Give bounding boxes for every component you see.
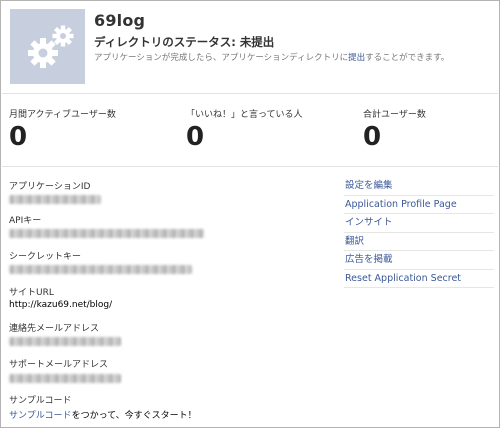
api-key-value-redacted [9, 229, 204, 238]
app-icon[interactable] [10, 9, 85, 84]
stat-label-monthly-active-users: 月間アクティブユーザー数 [9, 110, 116, 120]
directory-status: ディレクトリのステータス: 未提出 [94, 34, 274, 50]
stats-divider [2, 166, 498, 167]
hint-before: アプリケーションが完成したら、アプリケーションディレクトリに [94, 53, 349, 63]
sample-code-after: をつかって、今すぐスタート！ [71, 411, 197, 421]
site-url-label: サイトURL [9, 288, 54, 298]
app-panel: 69log ディレクトリのステータス: 未提出 アプリケーションが完成したら、ア… [0, 0, 500, 428]
sample-code-link[interactable]: サンプルコード [9, 411, 72, 421]
app-id-label: アプリケーションID [9, 182, 91, 192]
menu-advertise[interactable]: 広告を掲載 [344, 251, 494, 270]
sample-code-label: サンプルコード [9, 396, 72, 406]
app-title: 69log [94, 11, 146, 30]
stat-value-monthly-active-users: 0 [9, 122, 28, 152]
menu-translate[interactable]: 翻訳 [344, 233, 494, 251]
api-key-label: APIキー [9, 216, 42, 226]
sample-code-text: サンプルコードをつかって、今すぐスタート！ [9, 408, 197, 421]
gears-icon [28, 25, 74, 68]
stat-label-likes: 「いいね！」と言っている人 [186, 110, 303, 120]
contact-email-label: 連絡先メールアドレス [9, 324, 100, 334]
side-menu: 設定を編集 Application Profile Page インサイト 翻訳 … [344, 177, 494, 288]
stat-value-likes: 0 [186, 122, 205, 152]
status-value: 未提出 [239, 35, 275, 49]
header-divider [2, 93, 498, 94]
menu-application-profile-page[interactable]: Application Profile Page [344, 196, 494, 214]
support-email-label: サポートメールアドレス [9, 360, 109, 370]
support-email-value-redacted [9, 374, 121, 383]
stat-value-total-users: 0 [363, 122, 382, 152]
submit-link[interactable]: 提出 [348, 53, 365, 63]
status-label: ディレクトリのステータス: [94, 35, 236, 49]
menu-reset-application-secret[interactable]: Reset Application Secret [344, 270, 494, 288]
app-id-value-redacted [9, 195, 101, 204]
hint-after: することができます。 [365, 53, 450, 63]
contact-email-value-redacted [9, 337, 121, 346]
status-hint: アプリケーションが完成したら、アプリケーションディレクトリに提出することができま… [94, 51, 449, 63]
secret-key-value-redacted [9, 265, 192, 274]
menu-edit-settings[interactable]: 設定を編集 [344, 177, 494, 196]
site-url-value: http://kazu69.net/blog/ [9, 300, 113, 310]
secret-key-label: シークレットキー [9, 252, 82, 262]
menu-insights[interactable]: インサイト [344, 214, 494, 233]
stat-label-total-users: 合計ユーザー数 [363, 110, 426, 120]
